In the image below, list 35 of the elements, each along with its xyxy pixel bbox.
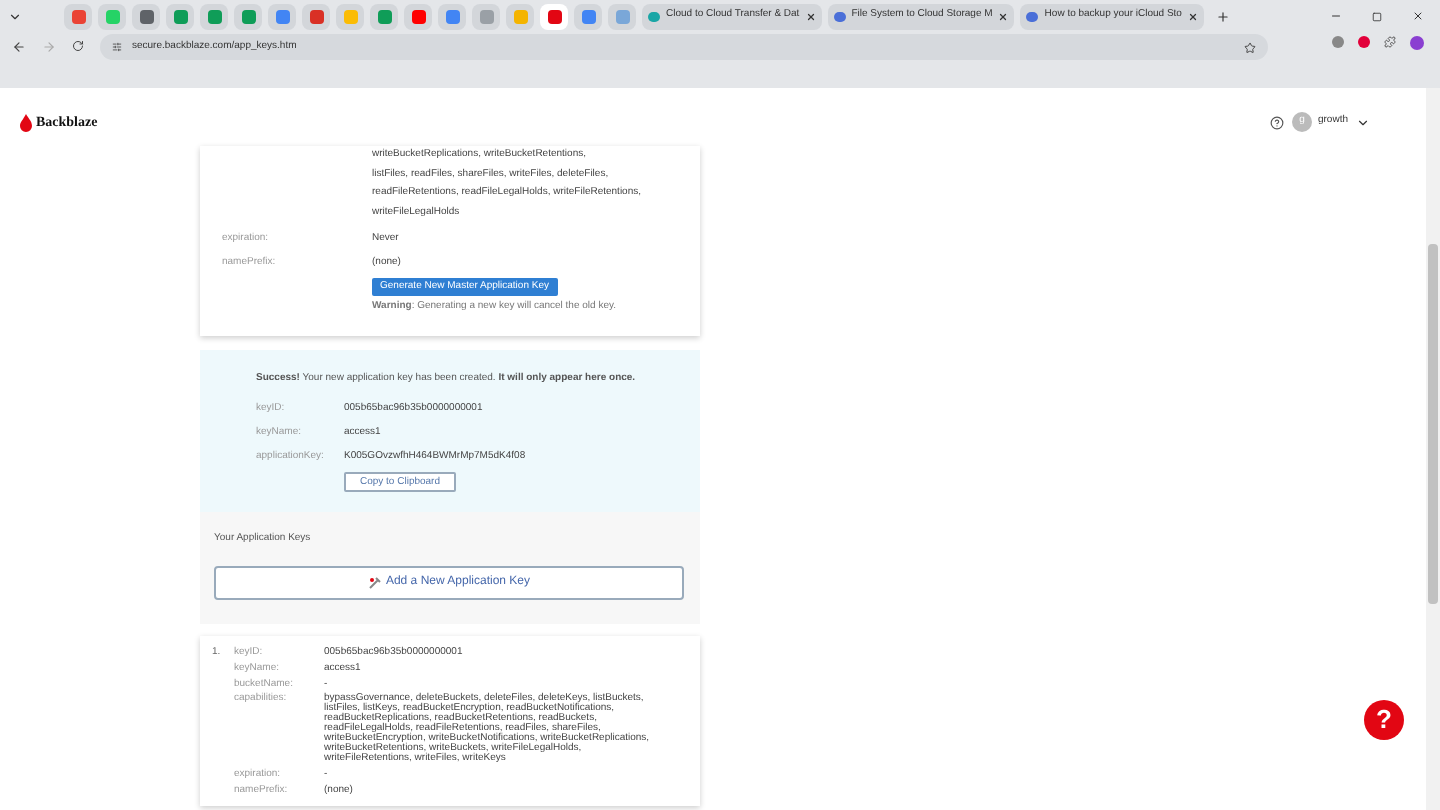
- profile-icon[interactable]: [1410, 36, 1424, 50]
- browser-tab[interactable]: [472, 3, 500, 29]
- browser-tab[interactable]: [302, 3, 330, 29]
- browser-tab[interactable]: [166, 3, 194, 29]
- browser-tab[interactable]: [132, 3, 160, 29]
- browser-tab[interactable]: [540, 3, 568, 29]
- minimize-icon[interactable]: [1330, 10, 1342, 22]
- close-icon[interactable]: [998, 11, 1009, 21]
- close-icon[interactable]: [1412, 10, 1424, 22]
- chevron-down-icon[interactable]: [8, 9, 22, 23]
- browser-tab[interactable]: [370, 3, 398, 29]
- site-info-icon[interactable]: [112, 42, 122, 52]
- close-icon[interactable]: [805, 11, 816, 21]
- help-button[interactable]: ?: [1364, 700, 1404, 740]
- chevron-down-icon[interactable]: [1356, 115, 1370, 129]
- scrollbar-thumb[interactable]: [1428, 244, 1438, 604]
- reload-icon[interactable]: [72, 40, 84, 52]
- maximize-icon[interactable]: [1372, 11, 1382, 21]
- back-icon[interactable]: [12, 40, 26, 54]
- puzzle-icon[interactable]: [1384, 36, 1396, 48]
- new-tab-icon[interactable]: [1215, 9, 1230, 23]
- help-icon[interactable]: [1269, 115, 1284, 129]
- browser-tab[interactable]: [234, 3, 262, 29]
- forward-icon[interactable]: [42, 40, 56, 54]
- browser-tab[interactable]: [608, 3, 636, 29]
- star-icon[interactable]: [1244, 41, 1256, 53]
- browser-tab[interactable]: [438, 3, 466, 29]
- browser-tab[interactable]: [404, 3, 432, 29]
- extension-icon[interactable]: [1358, 36, 1370, 48]
- browser-tab[interactable]: [200, 3, 228, 29]
- browser-tab[interactable]: [574, 3, 602, 29]
- browser-tab[interactable]: [64, 3, 92, 29]
- close-icon[interactable]: [1187, 11, 1198, 21]
- browser-tab[interactable]: [268, 3, 296, 29]
- extension-icon[interactable]: [1332, 36, 1344, 48]
